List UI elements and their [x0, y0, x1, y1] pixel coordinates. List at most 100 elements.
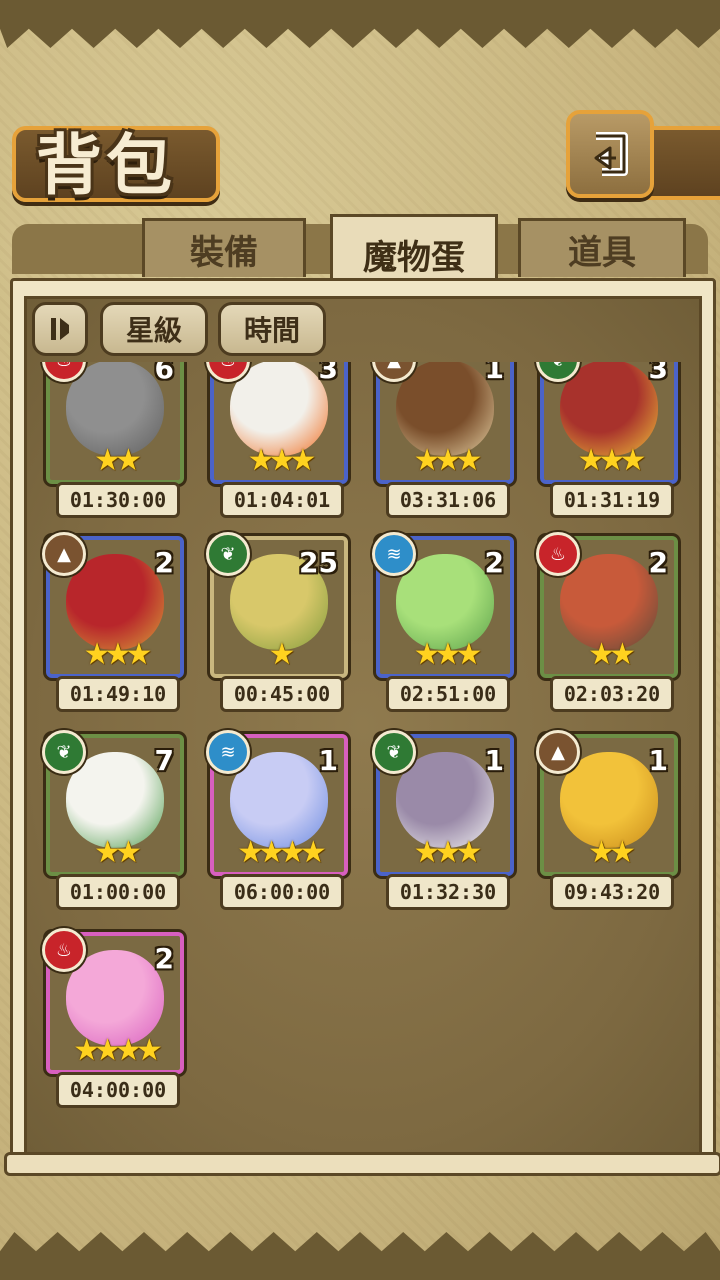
hatch-timer: 06:00:00	[220, 874, 344, 910]
hatch-timer: 09:43:20	[550, 874, 674, 910]
green-slime-egg-icon	[396, 554, 494, 650]
sort-by-star-button[interactable]: 星級	[100, 302, 208, 356]
star-icon: ★	[268, 443, 296, 478]
star-icon: ★	[83, 637, 111, 672]
star-icon: ★	[619, 443, 646, 478]
turnip-egg-icon	[66, 752, 164, 848]
star-icon: ★	[609, 637, 636, 672]
star-icon: ★	[258, 835, 285, 870]
star-icon: ★	[115, 835, 142, 870]
star-icon: ★	[413, 835, 441, 870]
egg-item[interactable]: 2 ★★★ ▲ 01:49:10	[42, 532, 186, 716]
star-rating: ★★★	[380, 838, 510, 868]
egg-quantity: 3	[318, 362, 338, 385]
egg-quantity: 2	[648, 546, 668, 579]
egg-grid: 6★★♨01:30:003★★★♨01:04:011★★★▲03:31:063★…	[24, 362, 696, 1150]
star-rating: ★★★★	[50, 1036, 180, 1066]
egg-item[interactable]: 3★★★❦01:31:19	[536, 362, 680, 522]
back-button[interactable]	[566, 110, 654, 198]
tab-equipment[interactable]: 裝備	[142, 218, 306, 277]
star-icon: ★	[115, 443, 142, 478]
egg-quantity: 6	[154, 362, 174, 385]
egg-item[interactable]: 1 ★★ ▲ 09:43:20	[536, 730, 680, 914]
egg-item[interactable]: 2 ★★ ♨ 02:03:20	[536, 532, 680, 716]
star-icon: ★	[588, 637, 615, 672]
star-rating: ★★★	[380, 446, 510, 476]
egg-quantity: 1	[648, 744, 668, 777]
pink-blob-egg-icon	[66, 950, 164, 1046]
spotted-mushroom-egg-icon	[560, 362, 658, 456]
egg-item[interactable]: 1 ★★★ ❦ 01:32:30	[372, 730, 516, 914]
star-rating: ★★	[544, 838, 674, 868]
star-rating: ★	[214, 640, 344, 670]
hatch-timer: 02:51:00	[386, 676, 510, 712]
egg-item[interactable]: 2 ★★★★ ♨ 04:00:00	[42, 928, 186, 1112]
star-icon: ★	[125, 637, 152, 672]
star-icon: ★	[455, 835, 482, 870]
leaf-element-icon: ❦	[206, 532, 250, 576]
star-icon: ★	[299, 835, 327, 870]
egg-quantity: 7	[154, 744, 174, 777]
star-icon: ★	[413, 443, 441, 478]
egg-item[interactable]: 2 ★★★ ≋ 02:51:00	[372, 532, 516, 716]
star-rating: ★★	[50, 838, 180, 868]
leaf-element-icon: ❦	[42, 730, 86, 774]
star-rating: ★★	[544, 640, 674, 670]
star-icon: ★	[455, 443, 482, 478]
tab-label: 裝備	[190, 232, 258, 273]
tab-label: 魔物蛋	[363, 237, 465, 278]
star-icon: ★	[104, 637, 132, 672]
star-icon: ★	[434, 835, 462, 870]
egg-item[interactable]: 6★★♨01:30:00	[42, 362, 186, 522]
star-icon: ★	[135, 1033, 163, 1068]
star-icon: ★	[237, 835, 264, 870]
star-icon: ★	[577, 443, 605, 478]
hatch-timer: 01:00:00	[56, 874, 180, 910]
sort-by-time-button[interactable]: 時間	[218, 302, 326, 356]
star-icon: ★	[247, 443, 275, 478]
sort-toggle-button[interactable]	[32, 302, 88, 356]
egg-quantity: 25	[299, 546, 338, 579]
star-icon: ★	[268, 637, 296, 672]
star-rating: ★★★	[50, 640, 180, 670]
star-rating: ★★★	[380, 640, 510, 670]
water-element-icon: ≋	[372, 532, 416, 576]
stone-helmet-egg-icon	[66, 362, 164, 456]
egg-quantity: 2	[154, 546, 174, 579]
egg-item[interactable]: 3★★★♨01:04:01	[206, 362, 350, 522]
dragon-egg-icon	[230, 752, 328, 848]
egg-item[interactable]: 25 ★ ❦ 00:45:00	[206, 532, 350, 716]
star-icon: ★	[609, 835, 636, 870]
egg-quantity: 2	[154, 942, 174, 975]
egg-quantity: 1	[484, 362, 504, 385]
hatch-timer: 04:00:00	[56, 1072, 180, 1108]
star-rating: ★★★	[544, 446, 674, 476]
star-icon: ★	[94, 1033, 121, 1068]
panel-bottom-bar	[4, 1152, 720, 1176]
hatch-timer: 01:30:00	[56, 482, 180, 518]
egg-item[interactable]: 7 ★★ ❦ 01:00:00	[42, 730, 186, 914]
earth-element-icon: ▲	[42, 532, 86, 576]
star-icon: ★	[289, 443, 316, 478]
monkey-egg-icon	[396, 362, 494, 456]
gold-slime-egg-icon	[560, 752, 658, 848]
egg-item[interactable]: 1 ★★★★ ≋ 06:00:00	[206, 730, 350, 914]
star-icon: ★	[434, 443, 462, 478]
hatch-timer: 01:04:01	[220, 482, 344, 518]
egg-item[interactable]: 1★★★▲03:31:06	[372, 362, 516, 522]
star-icon: ★	[413, 637, 441, 672]
star-icon: ★	[434, 637, 462, 672]
egg-quantity: 1	[484, 744, 504, 777]
tab-items[interactable]: 道具	[518, 218, 686, 277]
star-icon: ★	[94, 443, 121, 478]
hatch-timer: 01:31:19	[550, 482, 674, 518]
star-icon: ★	[73, 1033, 100, 1068]
page-title: 背包	[36, 126, 176, 204]
hatch-timer: 01:32:30	[386, 874, 510, 910]
fire-element-icon: ♨	[536, 532, 580, 576]
star-icon: ★	[455, 637, 482, 672]
lava-egg-icon	[560, 554, 658, 650]
star-icon: ★	[94, 835, 121, 870]
hatch-timer: 01:49:10	[56, 676, 180, 712]
egg-quantity: 1	[318, 744, 338, 777]
